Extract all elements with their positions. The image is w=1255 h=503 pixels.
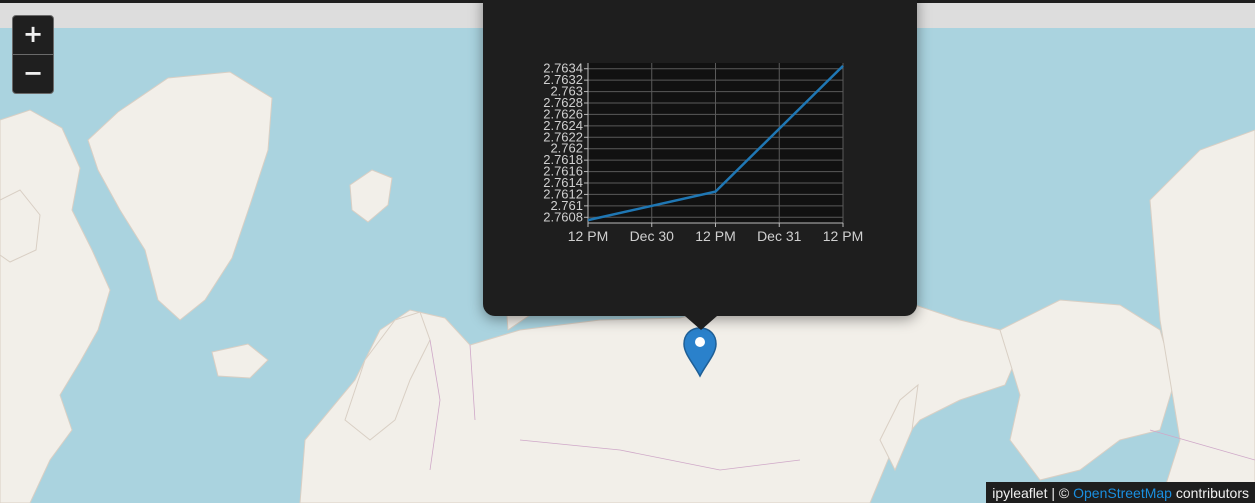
x-tick-label: Dec 30 xyxy=(630,228,675,244)
map-marker-icon[interactable] xyxy=(682,326,718,378)
marker-hole xyxy=(695,337,705,347)
marker-body xyxy=(683,327,717,378)
attribution-library: ipyleaflet xyxy=(992,485,1048,501)
zoom-in-button[interactable]: + xyxy=(13,16,53,54)
zoom-control: + − xyxy=(12,15,54,94)
x-tick-label: Dec 31 xyxy=(757,228,802,244)
popup-tip xyxy=(685,316,717,330)
y-tick-label: 2.7634 xyxy=(543,61,583,76)
attribution-osm-link[interactable]: OpenStreetMap xyxy=(1073,485,1172,501)
zoom-out-button[interactable]: − xyxy=(13,54,53,93)
line-chart: 2.76082.7612.76122.76142.76162.76182.762… xyxy=(543,61,863,244)
x-tick-label: 12 PM xyxy=(695,228,735,244)
x-tick-label: 12 PM xyxy=(568,228,608,244)
map-attribution: ipyleaflet | © OpenStreetMap contributor… xyxy=(986,482,1255,503)
attribution-suffix: contributors xyxy=(1171,485,1249,501)
x-tick-label: 12 PM xyxy=(823,228,863,244)
marker-popup: 2.7608 2.761 2.7612 2.7614 2.7616 2.7618 2.762… xyxy=(483,0,917,316)
attribution-separator: | © xyxy=(1047,485,1074,501)
